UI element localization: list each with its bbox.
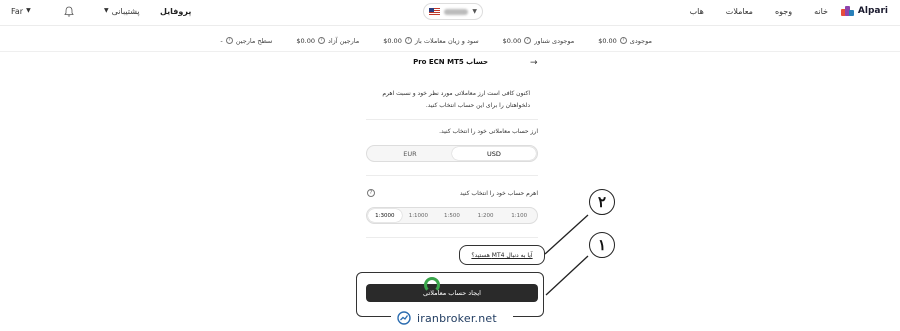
annotation-lines	[544, 214, 589, 296]
watermark: iranbroker.net	[391, 307, 513, 329]
annotation-marker-1: ۱	[589, 232, 615, 258]
watermark-text: iranbroker.net	[417, 311, 497, 325]
annotation-line-1	[545, 255, 589, 296]
chart-trend-icon	[397, 311, 411, 325]
annotation-marker-2: ۲	[589, 189, 615, 215]
annotation-line-2	[544, 214, 589, 255]
